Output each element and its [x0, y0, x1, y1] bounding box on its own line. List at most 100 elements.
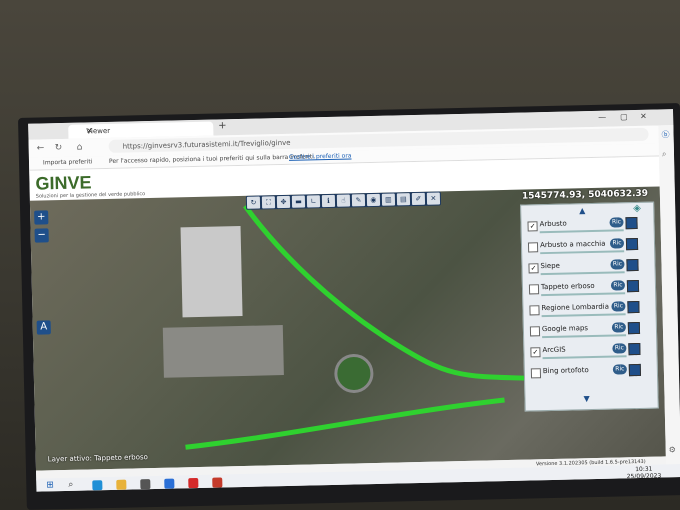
building — [180, 225, 243, 318]
layer-label: ArcGIS — [542, 345, 566, 355]
layer-checkbox[interactable]: ✓ — [527, 221, 538, 232]
ric-button[interactable]: Ric — [610, 280, 626, 291]
ric-button[interactable]: Ric — [610, 259, 625, 270]
close-window-icon[interactable]: ✕ — [640, 112, 647, 121]
screen: Viewer ✕ + — ▢ ✕ ← ↻ ⌂ https://ginvesrv3… — [28, 109, 680, 492]
close-icon[interactable]: ✕ — [426, 192, 441, 205]
bing-icon[interactable]: ⓑ — [661, 129, 669, 140]
layer-row[interactable]: ✓ ArcGIS Ric — [528, 341, 654, 364]
opacity-slider[interactable] — [541, 292, 626, 297]
globe-icon[interactable]: ◉ — [366, 193, 381, 207]
store-icon[interactable] — [140, 479, 151, 490]
ric-button[interactable]: Ric — [612, 364, 627, 375]
layer-label: Arbusto — [539, 219, 567, 229]
minimize-icon[interactable]: — — [598, 113, 606, 122]
layer-color-swatch — [625, 216, 638, 230]
ric-button[interactable]: Ric — [612, 343, 627, 354]
layer-row[interactable]: Google maps Ric — [528, 320, 654, 343]
layer-label: Tappeto erboso — [540, 281, 595, 292]
layer-checkbox[interactable] — [529, 326, 541, 337]
maximize-icon[interactable]: ▢ — [620, 112, 628, 121]
clock-date: 25/09/2023 — [626, 472, 662, 481]
scroll-up-icon[interactable]: ▲ — [579, 206, 585, 215]
layer-row[interactable]: Arbusto a macchia Ric — [526, 236, 652, 259]
close-icon[interactable]: ✕ — [86, 124, 209, 135]
monitor: Viewer ✕ + — ▢ ✕ ← ↻ ⌂ https://ginvesrv3… — [18, 102, 680, 510]
layer-color-swatch — [626, 258, 639, 272]
acrobat-icon[interactable] — [188, 478, 199, 489]
powerpoint-icon[interactable] — [212, 477, 223, 488]
layer-row[interactable]: Regione Lombardia Ric — [527, 299, 653, 322]
ginve-logo: GINVE — [35, 172, 92, 194]
back-icon[interactable]: ← — [37, 143, 45, 153]
layer-color-swatch — [627, 321, 641, 335]
layer-color-swatch — [625, 237, 639, 251]
ric-button[interactable]: Ric — [609, 217, 624, 228]
info-icon[interactable]: ℹ — [321, 194, 336, 208]
manage-favorites-link[interactable]: Gestire i preferiti ora — [289, 152, 352, 160]
ric-button[interactable]: Ric — [609, 238, 625, 249]
opacity-slider[interactable] — [541, 313, 626, 318]
layer-color-swatch — [627, 300, 640, 314]
map-view[interactable]: ↻ ⛶ ✥ ▬ ∟ ℹ ☝ ✎ ◉ ▥ ▤ ✐ ✕ 1545774.93, 50… — [29, 186, 666, 471]
layer-row[interactable]: ✓ Siepe Ric — [526, 257, 652, 280]
layer-color-swatch — [628, 363, 642, 377]
measure-icon[interactable]: ∟ — [306, 195, 321, 208]
building-icon[interactable]: ▥ — [381, 193, 396, 206]
layer-checkbox[interactable]: ✓ — [530, 347, 541, 358]
ric-button[interactable]: Ric — [611, 301, 626, 312]
favorites-prompt: Per l'accesso rapido, posiziona i tuoi p… — [108, 153, 316, 165]
search-icon[interactable]: ⌕ — [68, 480, 73, 490]
ric-button[interactable]: Ric — [611, 322, 627, 333]
layer-label: Arbusto a macchia — [539, 239, 606, 250]
zoom-in-button[interactable]: + — [34, 210, 49, 225]
layer-row[interactable]: ✓ Arbusto Ric — [525, 215, 651, 238]
start-icon[interactable]: ⊞ — [46, 480, 54, 490]
ruler-icon[interactable]: ▬ — [291, 195, 306, 208]
refresh-icon[interactable]: ↻ — [55, 143, 63, 153]
opacity-slider[interactable] — [540, 250, 625, 255]
fullscreen-icon[interactable]: ⛶ — [261, 196, 276, 209]
layer-label: Google maps — [541, 324, 589, 334]
hedge-line — [185, 397, 505, 450]
layer-label: Bing ortofoto — [542, 366, 589, 376]
layer-checkbox[interactable] — [527, 242, 539, 253]
hedge-line — [243, 204, 555, 382]
layer-checkbox[interactable] — [529, 305, 540, 316]
select-icon[interactable]: ☝ — [336, 194, 351, 207]
gear-icon[interactable]: ⚙ — [669, 445, 676, 454]
layer-row[interactable]: Tappeto erboso Ric — [527, 278, 653, 301]
layer-checkbox[interactable] — [530, 368, 542, 379]
edit-icon[interactable]: ✎ — [351, 194, 366, 207]
draw-icon[interactable]: ✐ — [411, 192, 426, 206]
layer-label: Siepe — [540, 261, 561, 271]
print-icon[interactable]: ▤ — [396, 193, 411, 206]
layers-panel: ▲ ◈ ✓ Arbusto Ric Arbusto a macchia Ric — [520, 201, 659, 412]
pan-icon[interactable]: ✥ — [276, 195, 291, 209]
opacity-slider[interactable] — [540, 271, 625, 276]
mail-icon[interactable] — [164, 478, 175, 489]
roundabout — [334, 353, 374, 393]
zoom-out-button[interactable]: − — [34, 228, 49, 243]
opacity-slider[interactable] — [539, 229, 624, 234]
layer-color-swatch — [626, 279, 640, 293]
opacity-slider[interactable] — [542, 355, 627, 360]
edge-icon[interactable] — [92, 480, 103, 491]
layer-checkbox[interactable]: ✓ — [528, 263, 539, 274]
opacity-slider[interactable] — [542, 334, 627, 339]
folder-icon[interactable] — [116, 479, 127, 490]
layer-checkbox[interactable] — [528, 284, 540, 295]
layer-color-swatch — [628, 342, 641, 356]
home-icon[interactable]: ⌂ — [77, 143, 83, 153]
import-favorites-link[interactable]: Importa preferiti — [43, 158, 92, 166]
refresh-icon[interactable]: ↻ — [246, 196, 261, 209]
attribution-button[interactable]: A — [36, 320, 51, 335]
layers-icon[interactable]: ◈ — [633, 203, 641, 214]
system-clock[interactable]: 10:31 25/09/2023 — [626, 466, 662, 481]
scroll-down-icon[interactable]: ▼ — [583, 394, 589, 403]
layer-row[interactable]: Bing ortofoto Ric — [529, 362, 655, 385]
new-tab-button[interactable]: + — [218, 120, 227, 131]
layer-label: Regione Lombardia — [541, 302, 610, 313]
search-icon[interactable]: ⌕ — [662, 149, 667, 159]
building — [162, 325, 284, 378]
